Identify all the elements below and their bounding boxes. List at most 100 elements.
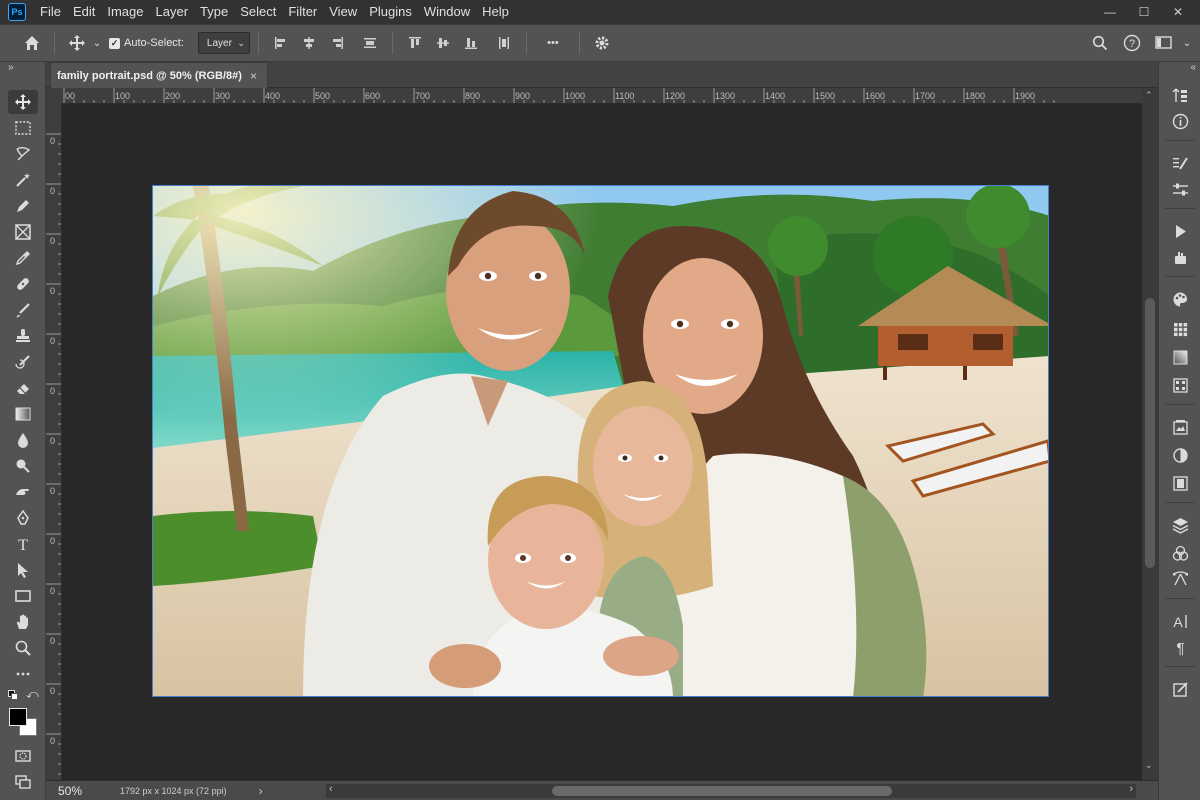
more-options-icon[interactable]: •••	[535, 29, 571, 57]
quick-mask-icon[interactable]	[8, 744, 38, 768]
distribute-v-icon[interactable]	[493, 32, 515, 54]
path-selection-tool[interactable]	[8, 558, 38, 582]
distribute-icon[interactable]	[359, 32, 381, 54]
libraries-icon[interactable]	[1168, 416, 1192, 438]
pen-tool[interactable]	[8, 506, 38, 530]
workspace-icon[interactable]	[1150, 29, 1178, 57]
close-window-button[interactable]: ✕	[1164, 0, 1192, 24]
type-tool[interactable]: T	[8, 532, 38, 556]
brush-pen-tool[interactable]	[8, 194, 38, 218]
info-icon[interactable]	[1168, 110, 1192, 132]
menu-window[interactable]: Window	[418, 0, 476, 24]
history-icon[interactable]	[1168, 84, 1192, 106]
align-left-icon[interactable]	[270, 32, 292, 54]
scroll-down-arrow-icon[interactable]: ⌄	[1145, 760, 1153, 771]
help-icon[interactable]: ?	[1118, 29, 1146, 57]
menu-file[interactable]: File	[34, 0, 67, 24]
color-palette-icon[interactable]	[1168, 288, 1192, 310]
horizontal-scrollbar[interactable]: ‹ ›	[326, 783, 1136, 798]
menu-type[interactable]: Type	[194, 0, 234, 24]
document-tab[interactable]: family portrait.psd @ 50% (RGB/8#) ×	[50, 62, 268, 88]
align-right-icon[interactable]	[326, 32, 348, 54]
chevron-right-icon[interactable]: ›	[259, 784, 263, 798]
close-icon[interactable]: ×	[250, 69, 257, 83]
chevron-down-icon[interactable]: ⌄	[91, 29, 103, 57]
expand-panels-icon[interactable]: «	[1190, 62, 1195, 73]
foreground-color-swatch[interactable]	[9, 708, 27, 726]
brush-settings-icon[interactable]	[1168, 152, 1192, 174]
history-brush-tool[interactable]	[8, 350, 38, 374]
horizontal-scroll-thumb[interactable]	[552, 786, 892, 796]
menu-plugins[interactable]: Plugins	[363, 0, 418, 24]
dodge-tool[interactable]	[8, 454, 38, 478]
rectangle-tool[interactable]	[8, 584, 38, 608]
magic-wand-tool[interactable]	[8, 168, 38, 192]
menu-layer[interactable]: Layer	[150, 0, 195, 24]
collapse-arrows-icon[interactable]: »	[8, 62, 13, 73]
marquee-tool[interactable]	[8, 116, 38, 140]
hand-tool[interactable]	[8, 610, 38, 634]
frame-tool[interactable]	[8, 220, 38, 244]
eyedropper-tool[interactable]	[8, 246, 38, 270]
notes-icon[interactable]	[1168, 678, 1192, 700]
zoom-tool[interactable]	[8, 636, 38, 660]
play-actions-icon[interactable]	[1168, 220, 1192, 242]
menu-edit[interactable]: Edit	[67, 0, 101, 24]
align-top-icon[interactable]	[404, 32, 426, 54]
paragraph-icon[interactable]: ¶	[1168, 636, 1192, 658]
screen-mode-icon[interactable]	[8, 770, 38, 794]
healing-brush-tool[interactable]	[8, 272, 38, 296]
menu-image[interactable]: Image	[101, 0, 149, 24]
chevron-down-icon[interactable]: ⌄	[1178, 29, 1196, 57]
adjustments-icon[interactable]	[1168, 444, 1192, 466]
align-bottom-icon[interactable]	[460, 32, 482, 54]
swap-colors-icon[interactable]: ⤺	[26, 687, 39, 702]
family-portrait-image[interactable]	[152, 185, 1049, 697]
scroll-left-arrow-icon[interactable]: ‹	[329, 783, 333, 795]
layers-icon[interactable]	[1168, 514, 1192, 536]
scroll-right-arrow-icon[interactable]: ›	[1129, 783, 1133, 795]
patterns-icon[interactable]	[1168, 374, 1192, 396]
layer-select-dropdown[interactable]: Layer ⌄	[197, 32, 250, 54]
vertical-scroll-thumb[interactable]	[1145, 298, 1155, 568]
maximize-button[interactable]: ☐	[1130, 0, 1158, 24]
vertical-scrollbar[interactable]: ⌃ ⌄	[1142, 88, 1158, 780]
align-center-h-icon[interactable]	[298, 32, 320, 54]
align-middle-v-icon[interactable]	[432, 32, 454, 54]
eraser-tool[interactable]	[8, 376, 38, 400]
menu-view[interactable]: View	[323, 0, 363, 24]
more-tools-icon[interactable]	[8, 662, 38, 686]
autoselect-checkbox[interactable]: ✓ Auto-Select:	[109, 37, 184, 49]
paths-icon[interactable]	[1168, 568, 1192, 590]
minimize-button[interactable]: —	[1096, 0, 1124, 24]
gradients-panel-icon[interactable]	[1168, 346, 1192, 368]
menu-help[interactable]: Help	[476, 0, 515, 24]
adjust-sliders-icon[interactable]	[1168, 178, 1192, 200]
vertical-ruler[interactable]: 00000000000000	[46, 104, 62, 780]
smudge-tool[interactable]	[8, 480, 38, 504]
blur-tool[interactable]	[8, 428, 38, 452]
move-tool-preset-icon[interactable]	[63, 29, 91, 57]
scroll-up-arrow-icon[interactable]: ⌃	[1145, 90, 1153, 101]
clone-stamp-tool[interactable]	[8, 324, 38, 348]
brush-tool[interactable]	[8, 298, 38, 322]
canvas-area[interactable]	[62, 104, 1142, 780]
horizontal-ruler[interactable]: 00 100 200 300 400 500 600 700 800 900 1000 1100 120…	[62, 88, 1142, 104]
home-icon[interactable]	[18, 29, 46, 57]
check-icon[interactable]: ✓	[109, 37, 120, 49]
default-colors-icon[interactable]	[8, 690, 18, 700]
gear-icon[interactable]	[588, 29, 616, 57]
menu-filter[interactable]: Filter	[282, 0, 323, 24]
gradient-tool[interactable]	[8, 402, 38, 426]
zoom-level[interactable]: 50%	[46, 784, 94, 798]
character-icon[interactable]: A	[1168, 610, 1192, 632]
photoshop-logo-icon[interactable]: Ps	[8, 3, 26, 21]
menu-select[interactable]: Select	[234, 0, 282, 24]
properties-icon[interactable]	[1168, 472, 1192, 494]
channels-icon[interactable]	[1168, 542, 1192, 564]
swatches-grid-icon[interactable]	[1168, 318, 1192, 340]
search-icon[interactable]	[1086, 29, 1114, 57]
move-tool[interactable]	[8, 90, 38, 114]
tool-presets-icon[interactable]	[1168, 246, 1192, 268]
lasso-tool[interactable]	[8, 142, 38, 166]
